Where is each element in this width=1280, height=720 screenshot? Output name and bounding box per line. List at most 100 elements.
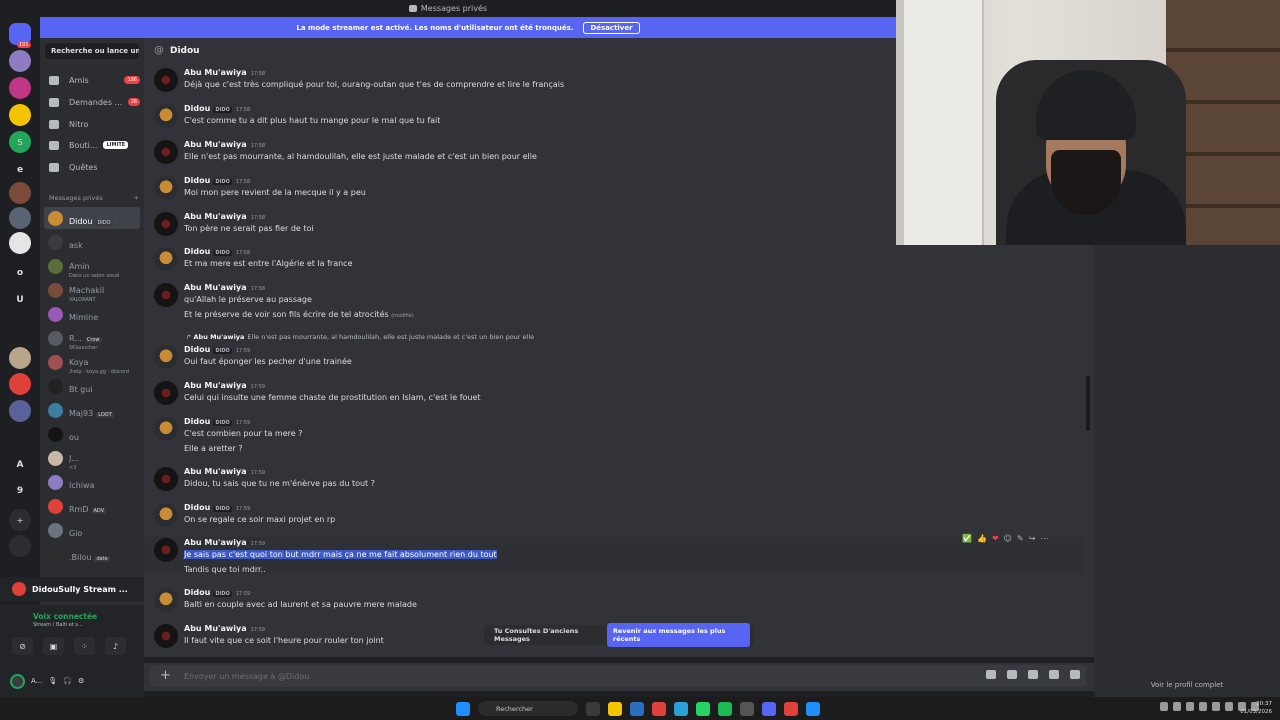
telegram-icon[interactable] <box>674 701 688 716</box>
check-reaction-icon[interactable]: ✅ <box>962 534 972 543</box>
search-input[interactable]: Recherche ou lance un... <box>45 43 139 59</box>
message-avatar[interactable] <box>154 140 178 164</box>
message-avatar[interactable] <box>154 503 178 527</box>
message-avatar[interactable] <box>154 467 178 491</box>
wifi-icon[interactable] <box>1225 702 1233 711</box>
server-icon[interactable] <box>9 182 31 204</box>
dm-item[interactable]: Ichiwa <box>44 471 140 493</box>
whatsapp-icon[interactable] <box>696 701 710 716</box>
message-author[interactable]: Didou <box>184 417 210 426</box>
file-explorer-icon[interactable] <box>608 701 622 716</box>
tray-chevron-icon[interactable] <box>1160 702 1168 711</box>
message-avatar[interactable] <box>154 247 178 271</box>
message-author[interactable]: Didou <box>184 345 210 354</box>
dm-item[interactable]: Didou DIDO <box>44 207 140 229</box>
disable-streamer-button[interactable]: Désactiver <box>583 21 640 34</box>
message-avatar[interactable] <box>154 104 178 128</box>
dm-item[interactable]: Amin Dans un salon vocal <box>44 255 140 279</box>
settings-gear-icon[interactable]: ⚙ <box>78 677 84 685</box>
discord-icon[interactable] <box>762 701 776 716</box>
message-avatar[interactable] <box>154 588 178 612</box>
dm-item[interactable]: Mimine <box>44 303 140 325</box>
server-icon[interactable] <box>9 313 31 335</box>
gift-icon[interactable] <box>986 670 996 679</box>
store-icon[interactable] <box>630 701 644 716</box>
server-icon[interactable] <box>9 104 31 126</box>
taskbar-clock[interactable]: 20:37 01/03/2026 <box>1240 700 1272 716</box>
more-options-icon[interactable]: ⋯ <box>1040 534 1048 543</box>
tray-app-icon[interactable] <box>1212 702 1220 711</box>
obs-icon[interactable] <box>740 701 754 716</box>
message-avatar[interactable] <box>154 68 178 92</box>
screen-share-button[interactable]: ▣ <box>43 637 64 655</box>
server-icon[interactable]: o <box>9 262 31 284</box>
headset-icon[interactable]: 🎧 <box>63 677 72 685</box>
stream-server-header[interactable]: DidouSully Stream ... <box>0 577 144 601</box>
emoji-icon[interactable] <box>1049 670 1059 679</box>
server-icon[interactable] <box>9 373 31 395</box>
server-icon[interactable]: e <box>9 159 31 181</box>
camera-button[interactable]: ⊘ <box>12 637 33 655</box>
message-author[interactable]: Abu Mu'awiya <box>184 68 247 77</box>
tray-app-icon[interactable] <box>1199 702 1207 711</box>
tray-app-icon[interactable] <box>1173 702 1181 711</box>
dm-item[interactable]: Machakil VALORANT <box>44 279 140 303</box>
taskbar-search[interactable]: Rechercher <box>478 701 578 716</box>
message-avatar[interactable] <box>154 624 178 648</box>
message-avatar[interactable] <box>154 345 178 369</box>
server-icon[interactable] <box>9 535 31 557</box>
message-avatar[interactable] <box>154 381 178 405</box>
soundboard-button[interactable]: ♪ <box>105 637 126 655</box>
message-author[interactable]: Didou <box>184 503 210 512</box>
dm-item[interactable]: Gio <box>44 519 140 541</box>
message-avatar[interactable] <box>154 538 178 562</box>
gif-icon[interactable] <box>1007 670 1017 679</box>
server-icon[interactable]: 9 <box>9 480 31 502</box>
server-icon[interactable] <box>9 347 31 369</box>
windows-start-icon[interactable] <box>456 701 470 716</box>
nav-item[interactable]: Demandes ... 28 <box>46 93 140 111</box>
spotify-icon[interactable] <box>718 701 732 716</box>
apps-icon[interactable] <box>1070 670 1080 679</box>
task-view-icon[interactable] <box>586 701 600 716</box>
message-author[interactable]: Didou <box>184 104 210 113</box>
forward-icon[interactable]: ↪ <box>1029 534 1036 543</box>
attach-plus-icon[interactable]: + <box>160 668 171 683</box>
chat-scrollbar[interactable] <box>1086 376 1090 431</box>
server-icon[interactable] <box>9 50 31 72</box>
message-author[interactable]: Abu Mu'awiya <box>184 467 247 476</box>
server-icon[interactable]: + <box>9 509 31 531</box>
dm-item[interactable]: ask <box>44 231 140 253</box>
server-icon[interactable]: S <box>9 131 31 153</box>
server-icon[interactable]: 191 <box>9 23 31 48</box>
voice-channel[interactable]: Stream / Balti et s... <box>33 622 83 628</box>
dm-item[interactable]: RmD ADV <box>44 495 140 517</box>
dm-item[interactable]: R... Crow SKlauncher <box>44 327 140 351</box>
message-avatar[interactable] <box>154 283 178 307</box>
message-author[interactable]: Abu Mu'awiya <box>184 140 247 149</box>
message-author[interactable]: Abu Mu'awiya <box>184 624 247 633</box>
message-avatar[interactable] <box>154 212 178 236</box>
server-icon[interactable] <box>9 427 31 449</box>
mic-icon[interactable]: 🎙 <box>48 677 57 685</box>
activities-button[interactable]: ⁘ <box>74 637 95 655</box>
brave-browser-icon[interactable] <box>652 701 666 716</box>
message-author[interactable]: Didou <box>184 247 210 256</box>
nav-item[interactable]: Bouti... LIMITE <box>46 136 140 154</box>
edit-icon[interactable]: ✎ <box>1017 534 1024 543</box>
dm-item[interactable]: J... <3 <box>44 447 140 471</box>
server-icon[interactable] <box>9 232 31 254</box>
view-full-profile-link[interactable]: Voir le profil complet <box>1094 681 1280 689</box>
thumbs-up-reaction-icon[interactable]: 👍 <box>977 534 987 543</box>
dm-item[interactable]: ou <box>44 423 140 445</box>
server-icon[interactable]: U <box>9 289 31 311</box>
message-author[interactable]: Abu Mu'awiya <box>184 538 247 547</box>
dm-item[interactable]: Koya/help · koya.gg · discord <box>44 351 140 375</box>
user-avatar[interactable] <box>10 673 25 689</box>
message-author[interactable]: Didou <box>184 588 210 597</box>
dm-item[interactable]: .Bilou date <box>44 543 140 565</box>
recipient-name[interactable]: Didou <box>170 46 200 56</box>
dm-item[interactable]: Bt gui <box>44 375 140 397</box>
create-dm-button[interactable]: + <box>134 194 139 202</box>
message-avatar[interactable] <box>154 176 178 200</box>
